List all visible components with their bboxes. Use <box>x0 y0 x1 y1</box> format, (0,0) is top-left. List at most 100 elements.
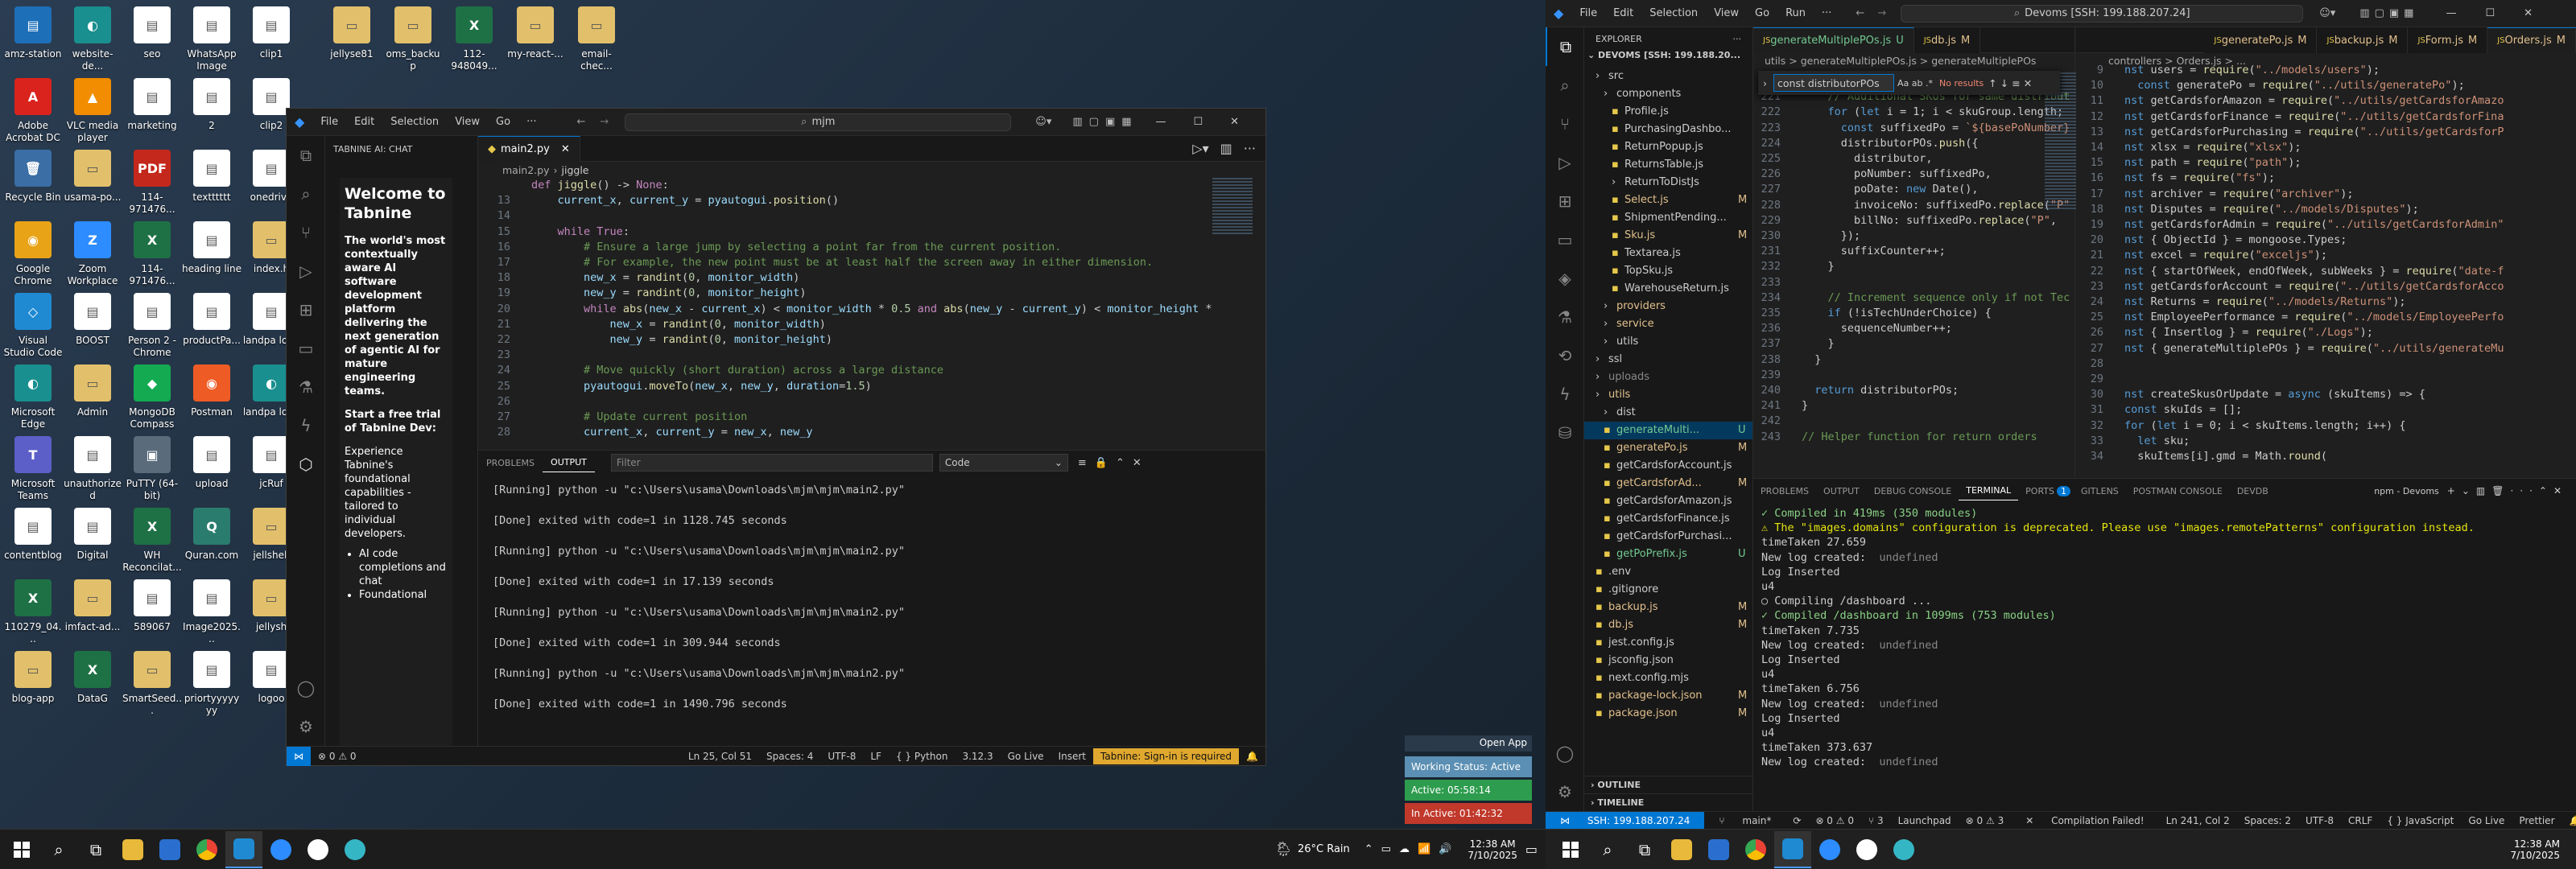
status-encoding[interactable]: UTF-8 <box>2298 815 2341 826</box>
settings-gear-icon[interactable]: ⚙ <box>287 707 325 746</box>
menu-file[interactable]: File <box>312 116 346 128</box>
desktop-icon[interactable]: ▭ jellyse81 <box>322 3 382 90</box>
zoom-icon[interactable] <box>1811 831 1848 868</box>
app-icon[interactable] <box>299 831 336 868</box>
tree-item[interactable]: › utils <box>1584 386 1752 404</box>
status-errors[interactable]: ⊗ 0 ⚠ 0 <box>311 751 364 762</box>
account-icon[interactable]: ◯ <box>287 669 325 707</box>
tree-item[interactable]: ▪ jest.config.js <box>1584 634 1752 652</box>
menu-edit[interactable]: Edit <box>346 116 382 128</box>
extensions-icon[interactable]: ⊞ <box>287 290 325 329</box>
status-branch[interactable]: ⑂ main* <box>1704 815 1785 826</box>
bell-icon[interactable]: 🔔 <box>2562 815 2576 826</box>
minimize-icon[interactable]: — <box>1156 116 1166 128</box>
tree-item[interactable]: ▪ generatePo.js M <box>1584 439 1752 457</box>
tree-item[interactable]: ▪ Select.js M <box>1584 192 1752 209</box>
code-lines[interactable]: 220221 // Additional SKUs for same distr… <box>1753 69 2074 445</box>
account-icon[interactable]: ◯ <box>1546 734 1584 772</box>
terminal-actions-icons[interactable]: +⌄▥🗑···⌃✕ <box>2447 485 2568 496</box>
desktop-icon[interactable]: ▭ my-react-... <box>506 3 565 90</box>
tree-item[interactable]: ▪ TopSku.js <box>1584 262 1752 280</box>
notifications-icon[interactable]: ▭ <box>1525 842 1538 857</box>
source-control-icon[interactable]: ⑂ <box>287 213 325 252</box>
timeline-section[interactable]: › TIMELINE <box>1584 793 1752 811</box>
status-launchpad[interactable]: Launchpad <box>1891 815 1959 826</box>
editor-tab[interactable]: JS Form.js M <box>2408 27 2488 53</box>
tree-item[interactable]: ▪ getPoPrefix.js U <box>1584 546 1752 563</box>
timeline-icon[interactable]: ⟲ <box>1546 336 1584 375</box>
status-spaces[interactable]: Spaces: 2 <box>2237 815 2298 826</box>
status-insert[interactable]: Insert <box>1051 751 1093 762</box>
explorer-icon[interactable]: ⧉ <box>1546 27 1584 66</box>
status-sync[interactable]: ⟳ <box>1785 815 1808 826</box>
tree-item[interactable]: ▪ next.config.mjs <box>1584 669 1752 687</box>
tree-item[interactable]: ▪ getCardsforFinance.js <box>1584 510 1752 528</box>
status-python-version[interactable]: 3.12.3 <box>955 751 1000 762</box>
panel-tab[interactable]: GITLENS <box>2074 486 2126 496</box>
tree-item[interactable]: › service <box>1584 315 1752 333</box>
tab-close-icon[interactable]: ✕ <box>561 143 570 155</box>
code-lines[interactable]: def jiggle() -> None: 13 current_x, curre… <box>478 178 1265 440</box>
status-language[interactable]: { } Python <box>889 751 956 762</box>
status-position[interactable]: Ln 241, Col 2 <box>2159 815 2237 826</box>
tabnine-icon[interactable]: ⬡ <box>287 445 325 484</box>
panel-tab[interactable]: DEVDB <box>2230 486 2276 496</box>
status-encoding[interactable]: UTF-8 <box>820 751 863 762</box>
menu-more[interactable]: ··· <box>518 116 544 128</box>
chrome-icon[interactable] <box>188 831 225 868</box>
tree-item[interactable]: ▪ db.js M <box>1584 616 1752 634</box>
panel-tab-problems[interactable]: PROBLEMS <box>478 458 543 468</box>
tree-item[interactable]: ▪ generateMulti... U <box>1584 422 1752 439</box>
forward-arrow-icon[interactable]: → <box>600 116 609 128</box>
copilot-icon[interactable]: ☺▾ <box>1035 116 1051 128</box>
desktop-icon[interactable]: X 112-948049... <box>444 3 504 90</box>
menu-more[interactable]: ··· <box>1814 7 1839 19</box>
code-lines[interactable]: 9 nst users = require("../models/users");… <box>2076 63 2576 464</box>
tree-item[interactable]: › dist <box>1584 404 1752 422</box>
status-position[interactable]: Ln 25, Col 51 <box>681 751 759 762</box>
copilot-icon[interactable]: ☺▾ <box>2319 7 2335 19</box>
remote-explorer-icon[interactable]: ▭ <box>1546 220 1584 259</box>
command-search[interactable]: ⌕ mjm <box>625 113 1012 131</box>
run-icon[interactable]: ▷▾ <box>1192 141 1208 156</box>
search-icon[interactable]: ⌕ <box>40 831 77 868</box>
menu-view[interactable]: View <box>1706 7 1747 19</box>
gitlens-icon[interactable]: ◈ <box>1546 259 1584 298</box>
find-nav-icons[interactable]: ↑↓≡✕ <box>1988 77 2035 89</box>
find-input[interactable]: const distributorPOs <box>1773 74 1894 92</box>
forward-arrow-icon[interactable]: → <box>1877 7 1886 19</box>
panel-tab[interactable]: PORTS <box>2018 486 2062 496</box>
windows-start-icon[interactable] <box>3 831 40 868</box>
panel-tab[interactable]: POSTMAN CONSOLE <box>2126 486 2230 496</box>
desktop-icon[interactable]: ▭ SmartSeed... <box>122 648 182 735</box>
menu-selection[interactable]: Selection <box>382 116 447 128</box>
tree-item[interactable]: › components <box>1584 85 1752 103</box>
status-language[interactable]: { } JavaScript <box>2380 815 2461 826</box>
task-view-icon[interactable]: ⧉ <box>77 831 114 868</box>
tree-item[interactable]: ▪ .gitignore <box>1584 581 1752 599</box>
layout-icons[interactable]: ▥▢▣▦ <box>1072 116 1137 128</box>
tree-item[interactable]: ▪ Textarea.js <box>1584 245 1752 262</box>
back-arrow-icon[interactable]: ← <box>1856 7 1864 19</box>
command-search[interactable]: ⌕ Devoms [SSH: 199.188.207.24] <box>1901 4 2304 23</box>
desktop-icon[interactable]: ▭ email-chec... <box>567 3 626 90</box>
tree-item[interactable]: ▪ getCardsforPurchasi... <box>1584 528 1752 546</box>
tree-item[interactable]: › providers <box>1584 298 1752 315</box>
clock[interactable]: 12:38 AM 7/10/2025 <box>2510 838 2560 861</box>
remote-indicator-icon[interactable]: ⋈ <box>287 746 311 766</box>
open-app-button[interactable]: Open App <box>1405 735 1532 752</box>
lightning-icon[interactable]: ϟ <box>1546 375 1584 414</box>
tree-item[interactable]: ▪ getCardsforAccount.js <box>1584 457 1752 475</box>
minimize-icon[interactable]: — <box>2446 7 2456 19</box>
source-control-icon[interactable]: ⑂ <box>1546 105 1584 143</box>
editor-tab[interactable]: JS db.js M <box>1913 27 1981 53</box>
panel-actions-icons[interactable]: ≡🔒⌃✕ <box>1078 457 1150 469</box>
tree-item[interactable]: ▪ WarehouseReturn.js <box>1584 280 1752 298</box>
chevron-right-icon[interactable]: › <box>1763 77 1767 89</box>
menu-edit[interactable]: Edit <box>1605 7 1641 19</box>
remote-icon[interactable]: ▭ <box>287 329 325 368</box>
store-icon[interactable] <box>151 831 188 868</box>
output-channel-select[interactable]: Code ⌄ <box>939 454 1068 472</box>
minimap[interactable] <box>1212 178 1253 234</box>
status-extensions[interactable]: ⊗ 0 ⚠ 3 <box>1959 815 2012 826</box>
